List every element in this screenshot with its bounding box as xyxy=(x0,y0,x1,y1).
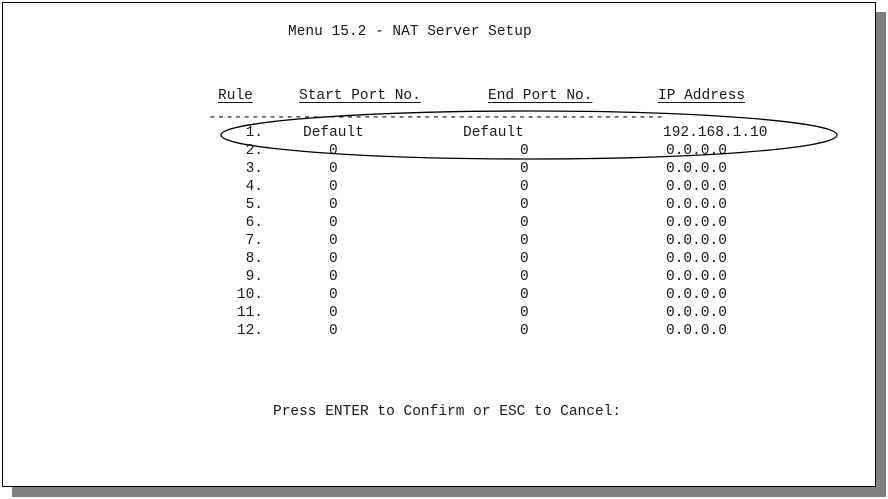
confirm-prompt: Press ENTER to Confirm or ESC to Cancel: xyxy=(273,404,622,420)
terminal-screen: Menu 15.2 - NAT Server Setup Rule Start … xyxy=(2,2,876,487)
